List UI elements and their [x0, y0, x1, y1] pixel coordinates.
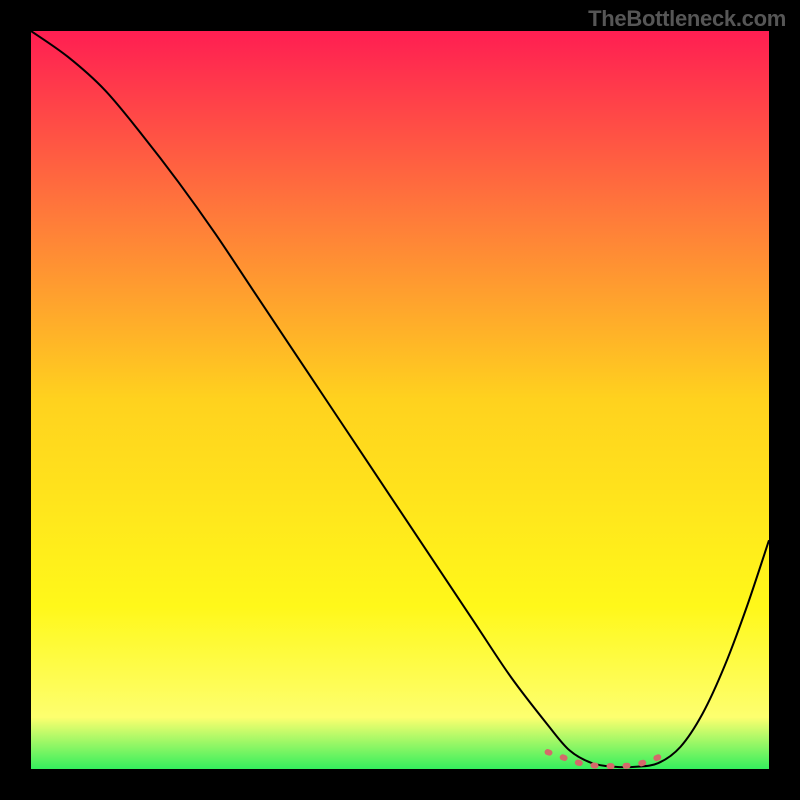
plot-area	[31, 31, 769, 769]
watermark-label: TheBottleneck.com	[588, 6, 786, 32]
gradient-background	[31, 31, 769, 769]
chart-frame: TheBottleneck.com	[0, 0, 800, 800]
chart-svg	[31, 31, 769, 769]
